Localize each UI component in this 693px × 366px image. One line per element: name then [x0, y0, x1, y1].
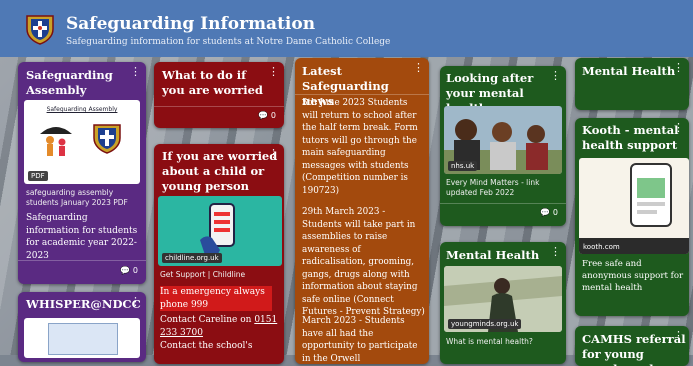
attachment-caption: safeguarding assembly students January 2… [26, 188, 128, 207]
careline-prefix: Contact Careline on [160, 315, 252, 325]
card-title: Kooth - mental health support [582, 123, 679, 152]
site-badge: youngminds.org.uk [448, 319, 522, 329]
divider [154, 106, 284, 107]
card-title: Safeguarding Assembly [26, 68, 113, 97]
more-options-icon[interactable]: ⋮ [413, 62, 424, 73]
divider [440, 203, 566, 204]
card-whisper[interactable]: ⋮ WHISPER@NDCC [18, 292, 146, 362]
card-latest-news[interactable]: ⋮ Latest Safeguarding news 5th June 2023… [295, 58, 429, 364]
news-paragraph-1: 5th June 2023 Students will return to sc… [302, 98, 418, 196]
comment-count-value: 0 [270, 111, 276, 120]
attachment-preview[interactable]: Safeguarding Assembly PDF [24, 100, 140, 184]
card-title: Mental Health [582, 64, 676, 78]
page-title: Safeguarding Information [66, 14, 316, 34]
news-paragraph-2: 29th March 2023 - Students will take par… [302, 207, 425, 317]
divider [18, 260, 146, 261]
phone-mockup-icon [630, 163, 672, 227]
comment-count[interactable]: 💬 0 [120, 266, 138, 275]
link-preview[interactable]: kooth.com [579, 158, 689, 254]
site-badge: nhs.uk [448, 161, 478, 171]
link-preview[interactable]: childline.org.uk [158, 196, 282, 266]
people-illustration-icon [40, 127, 72, 156]
careline-text: Contact Careline on 0151 233 3700 [160, 314, 278, 339]
card-title: Mental Health [446, 248, 540, 262]
link-preview[interactable]: nhs.uk [444, 106, 562, 174]
card-title: If you are worried about a child or youn… [162, 149, 278, 193]
link-caption: What is mental health? [446, 337, 533, 346]
link-caption: Every Mind Matters - link updated Feb 20… [446, 178, 540, 197]
attachment-preview[interactable] [24, 318, 140, 358]
pdf-badge: PDF [28, 171, 48, 181]
card-camhs[interactable]: ⋮ CAMHS referral for young people under [575, 326, 689, 366]
comment-icon: 💬 [258, 111, 269, 120]
card-title: WHISPER@NDCC [26, 297, 141, 311]
preview-heading: Safeguarding Assembly [46, 106, 118, 113]
emergency-text: In a emergency always phone 999 [160, 286, 272, 311]
card-what-to-do[interactable]: ⋮ What to do if you are worried 💬 0 [154, 62, 284, 128]
link-caption: Get Support | Childline [160, 270, 246, 279]
card-title: CAMHS referral for young people under [582, 332, 686, 366]
preview-block [48, 323, 118, 355]
card-mental-health-youngminds[interactable]: ⋮ Mental Health youngminds.org.uk What i… [440, 242, 566, 364]
comment-count-value: 0 [132, 266, 138, 275]
page-header: Safeguarding Information Safeguarding in… [0, 0, 693, 57]
news-paragraph-3: March 2023 - Students have all had the o… [302, 316, 418, 364]
card-body: Safeguarding information for students fo… [26, 213, 138, 261]
comment-icon: 💬 [120, 266, 131, 275]
card-kooth[interactable]: ⋮ Kooth - mental health support kooth.co… [575, 118, 689, 316]
divider [295, 94, 429, 95]
card-title: What to do if you are worried [162, 68, 263, 97]
card-worried-about-child[interactable]: ⋮ If you are worried about a child or yo… [154, 144, 284, 364]
contact-school-text: Contact the school's [160, 341, 253, 351]
card-mental-health[interactable]: ⋮ Mental Health [575, 58, 689, 110]
link-preview[interactable]: youngminds.org.uk [444, 266, 562, 332]
link-domain: childline.org.uk [162, 253, 222, 263]
card-looking-after[interactable]: ⋮ Looking after your mental health nhs.u… [440, 66, 566, 226]
comment-count[interactable]: 💬 0 [258, 111, 276, 120]
page-subtitle: Safeguarding information for students at… [66, 37, 391, 47]
card-safeguarding-assembly[interactable]: ⋮ Safeguarding Assembly Safeguarding Ass… [18, 62, 146, 284]
site-badge: kooth.com [583, 243, 620, 251]
comment-count-value: 0 [552, 208, 558, 217]
college-crest-icon [26, 15, 54, 45]
card-body: Free safe and anonymous support for ment… [582, 259, 684, 293]
comment-count[interactable]: 💬 0 [540, 208, 558, 217]
crest-icon [93, 124, 121, 154]
comment-icon: 💬 [540, 208, 551, 217]
